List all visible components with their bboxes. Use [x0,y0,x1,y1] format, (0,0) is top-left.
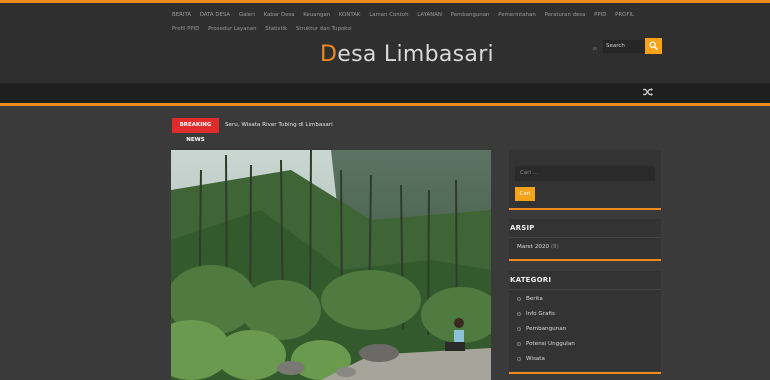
widget-separator [509,289,661,290]
site-header: BERITA DATA DESA Galeri Kabar Desa Keuan… [0,3,770,83]
archive-count: (8) [550,244,559,250]
category-label: Berita [526,296,543,302]
nav-item[interactable]: Kabar Desa [264,12,295,18]
archive-title: ARSIP [510,224,535,232]
nav-item[interactable]: Laman Contoh [369,12,408,18]
header-search-input[interactable]: Search [603,40,645,53]
menu-accent-line [0,103,770,106]
nav-item[interactable]: Keuangan [303,12,330,18]
nav-item[interactable]: Statistik [265,26,287,32]
random-post-icon[interactable] [641,86,655,100]
sidebar-search-placeholder: Cari ... [520,170,538,176]
category-label: Pembangunan [526,326,567,332]
nav-item[interactable]: Peraturan desa [545,12,586,18]
category-item[interactable]: Berita [517,296,543,302]
category-item[interactable]: Potensi Unggulan [517,341,575,347]
widget-separator [509,237,661,238]
circle-bullet-icon [517,296,521,301]
nav-item[interactable]: Prosedur Layanan [208,26,256,32]
top-nav-row-1: BERITA DATA DESA Galeri Kabar Desa Keuan… [172,12,641,18]
nav-item[interactable]: LAYANAN [417,12,442,18]
nav-item[interactable]: Pemerintahan [498,12,536,18]
category-label: Potensi Unggulan [526,341,575,347]
circle-bullet-icon [517,311,521,316]
breaking-news-bar: BREAKING NEWS Seru, Wisata River Tubing … [172,118,662,143]
nav-item[interactable]: Pembangunan [451,12,490,18]
site-logo[interactable]: Desa Limbasari [320,42,494,67]
search-icon [649,41,658,51]
category-widget: KATEGORI Berita Info Grafis Pembangunan … [509,271,661,371]
archive-link[interactable]: Maret 2020 (8) [517,244,559,250]
circle-bullet-icon [517,326,521,331]
sidebar-search-button[interactable]: Cari [515,187,535,201]
category-label: Info Grafis [526,311,555,317]
logo-text: esa Limbasari [337,42,494,67]
archive-widget: ARSIP Maret 2020 (8) [509,219,661,259]
nav-item[interactable]: Profil PPID [172,26,199,32]
nav-item[interactable]: DATA DESA [200,12,230,18]
widget-divider [509,208,661,210]
circle-bullet-icon [517,356,521,361]
widget-divider [509,372,661,374]
circle-bullet-icon [517,341,521,346]
nav-item[interactable]: Struktur dan Tupoksi [296,26,352,32]
main-menu-bar [0,83,770,103]
logo-initial: D [320,42,338,67]
top-nav-row-2: Profil PPID Prosedur Layanan Statistik S… [172,26,359,32]
category-item[interactable]: Pembangunan [517,326,566,332]
category-item[interactable]: Info Grafis [517,311,555,317]
sidebar-search-widget: Cari ... Cari [509,150,661,208]
rss-icon[interactable]: ﾩ [592,44,598,53]
sidebar-search-input[interactable]: Cari ... [515,166,655,181]
breaking-news-label: BREAKING NEWS [172,118,219,143]
widget-divider [509,259,661,261]
nav-item[interactable]: BERITA [172,12,191,18]
archive-label: Maret 2020 [517,244,550,250]
category-title: KATEGORI [510,276,552,284]
header-search-button[interactable] [645,38,662,54]
breaking-news-link[interactable]: Seru, Wisata River Tubing di Limbasari [225,122,333,128]
nav-item[interactable]: PPID [594,12,606,18]
category-label: Wisata [526,356,545,362]
category-item[interactable]: Wisata [517,356,545,362]
nav-item[interactable]: KONTAK [339,12,361,18]
nav-item[interactable]: Galeri [239,12,255,18]
search-placeholder: Search [606,43,625,49]
featured-image[interactable] [171,150,491,380]
nav-item[interactable]: PROFIL [615,12,634,18]
